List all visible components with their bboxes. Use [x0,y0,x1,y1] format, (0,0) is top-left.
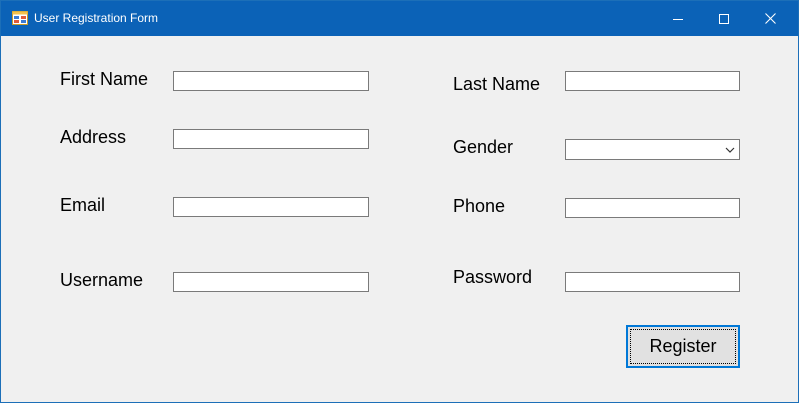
chevron-down-icon [725,147,735,153]
email-input[interactable] [173,197,369,217]
username-label: Username [60,270,144,290]
last-name-label: Last Name [453,74,541,94]
title-bar[interactable]: User Registration Form [1,1,798,36]
first-name-label: First Name [60,69,149,89]
phone-input[interactable] [565,198,740,218]
minimize-button[interactable] [655,1,701,36]
address-input[interactable] [173,129,369,149]
registration-window: User Registration Form First Name Addres… [0,0,799,403]
gender-select[interactable] [565,139,740,160]
password-input[interactable] [565,272,740,292]
close-button[interactable] [747,1,793,36]
window-title: User Registration Form [34,11,159,25]
maximize-icon [719,13,729,24]
close-icon [764,13,776,24]
gender-label: Gender [453,137,514,157]
register-button-label: Register [649,336,717,356]
username-input[interactable] [173,272,369,292]
form-app-icon [12,11,28,25]
email-label: Email [60,195,106,215]
first-name-input[interactable] [173,71,369,91]
register-button[interactable]: Register [626,325,740,368]
phone-label: Phone [453,196,506,216]
maximize-button[interactable] [701,1,747,36]
password-label: Password [453,267,533,287]
address-label: Address [60,127,127,147]
last-name-input[interactable] [565,71,740,91]
minimize-icon [673,18,683,20]
